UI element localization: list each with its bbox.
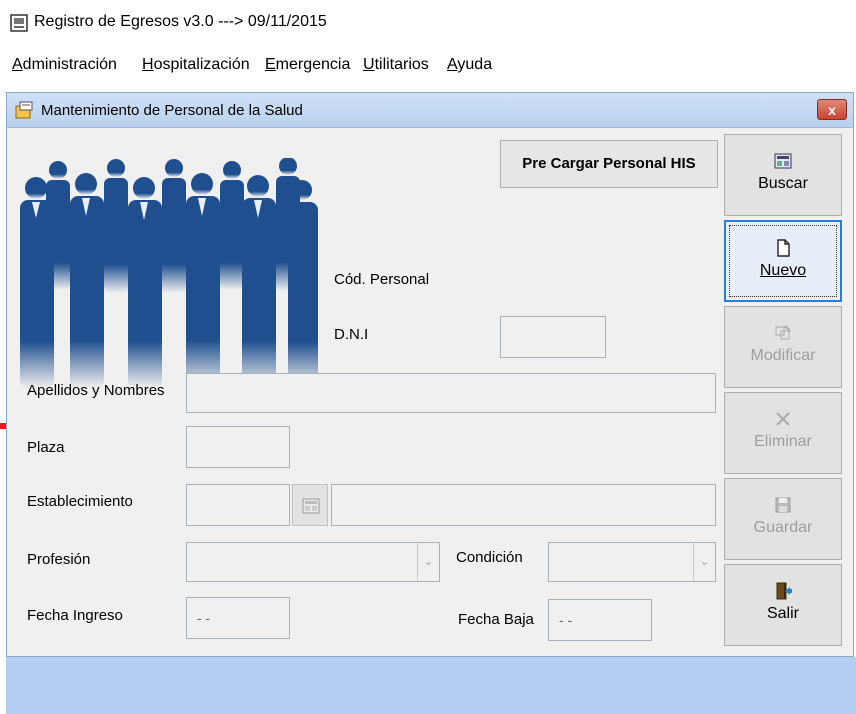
fecha-baja-label: Fecha Baja [458,611,534,628]
mdi-background [6,657,856,714]
buscar-label: Buscar [758,175,808,192]
salir-button[interactable]: Salir [724,564,842,646]
establecimiento-label: Establecimiento [27,493,133,510]
menu-hospitalizacion[interactable]: Hospitalización [142,56,250,74]
fecha-baja-field[interactable]: - - [548,599,652,641]
menu-utilitarios[interactable]: Utilitarios [363,56,429,74]
guardar-button[interactable]: Guardar [724,478,842,560]
app-title-bar: Registro de Egresos v3.0 ---> 09/11/2015 [0,0,856,46]
chevron-down-icon: ⌄ [417,543,439,581]
guardar-label: Guardar [753,519,813,536]
modificar-label: Modificar [750,347,816,364]
apellidos-nombres-label: Apellidos y Nombres [27,382,165,399]
dni-field[interactable] [500,316,606,358]
precargar-personal-his-button[interactable]: Pre Cargar Personal HIS [500,140,718,188]
save-disk-icon [775,497,791,513]
app-icon [10,14,28,32]
dni-label: D.N.I [334,326,369,343]
search-grid-icon [774,153,792,169]
close-button[interactable]: x [817,99,847,120]
eliminar-label: Eliminar [754,433,812,450]
cod-personal-label: Cód. Personal [334,271,430,288]
lookup-icon [302,498,320,514]
plaza-label: Plaza [27,439,65,456]
chevron-down-icon: ⌄ [693,543,715,581]
delete-x-icon [776,412,790,426]
menu-ayuda[interactable]: Ayuda [447,56,492,74]
establecimiento-code-field[interactable] [186,484,290,526]
staff-silhouettes-image [20,158,318,388]
menu-administracion[interactable]: Administración [12,56,117,74]
nuevo-button[interactable]: Nuevo [724,220,842,302]
menu-bar: Administración Hospitalización Emergenci… [0,56,856,82]
condicion-label: Condición [456,549,523,566]
plaza-field[interactable] [186,426,290,468]
apellidos-nombres-field[interactable] [186,373,716,413]
establecimiento-name-field[interactable] [331,484,716,526]
app-title: Registro de Egresos v3.0 ---> 09/11/2015 [34,13,327,30]
profesion-label: Profesión [27,551,91,568]
eliminar-button[interactable]: Eliminar [724,392,842,474]
condicion-select[interactable]: ⌄ [548,542,716,582]
buscar-button[interactable]: Buscar [724,134,842,216]
establecimiento-search-button[interactable] [292,484,328,526]
profesion-select[interactable]: ⌄ [186,542,440,582]
salir-label: Salir [766,605,799,622]
edit-icon [775,325,791,340]
menu-emergencia[interactable]: Emergencia [265,56,350,74]
window-icon [15,101,33,119]
exit-door-icon [776,582,792,600]
modificar-button[interactable]: Modificar [724,306,842,388]
window-title: Mantenimiento de Personal de la Salud [41,102,303,119]
window-titlebar: Mantenimiento de Personal de la Salud x [7,93,853,128]
fecha-ingreso-label: Fecha Ingreso [27,607,123,624]
fecha-ingreso-field[interactable]: - - [186,597,290,639]
focus-rectangle [729,225,837,297]
